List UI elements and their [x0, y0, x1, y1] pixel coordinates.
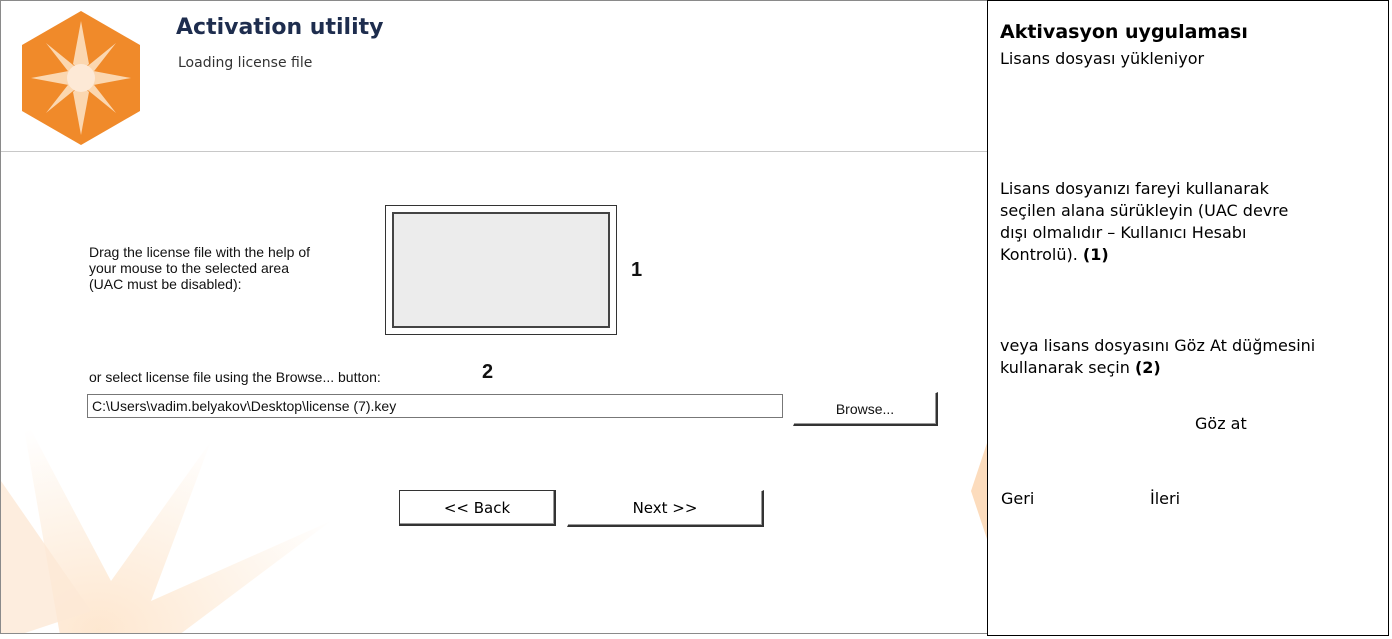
app-logo-icon: [22, 11, 140, 145]
translation-marker-1: (1): [1082, 245, 1109, 264]
translation-instruction-text: Lisans dosyanızı fareyi kullanarak seçil…: [1000, 179, 1289, 264]
drag-instruction-line: Drag the license file with the help of: [89, 244, 311, 260]
callout-marker-1: 1: [631, 259, 643, 281]
next-button[interactable]: Next >>: [567, 490, 764, 527]
background-star-edge: [971, 443, 987, 539]
browse-button[interactable]: Browse...: [793, 392, 938, 426]
drag-instruction-line: your mouse to the selected area: [89, 260, 290, 276]
translation-browse-button: Göz at: [1195, 414, 1247, 433]
license-drop-zone[interactable]: [385, 205, 617, 335]
window-subtitle: Loading license file: [178, 55, 313, 71]
back-button[interactable]: << Back: [399, 490, 556, 526]
translation-browse-instruction: veya lisans dosyasını Göz At düğmesini k…: [1000, 335, 1380, 379]
translation-next: İleri: [1150, 489, 1181, 508]
drag-instruction: Drag the license file with the help of y…: [89, 244, 389, 292]
translation-back: Geri: [1001, 489, 1035, 508]
background-star-decoration: [1, 411, 331, 633]
drag-instruction-line: (UAC must be disabled):: [89, 276, 242, 292]
browse-instruction: or select license file using the Browse.…: [89, 369, 381, 385]
translation-marker-2: (2): [1134, 358, 1161, 377]
translation-subtitle: Lisans dosyası yükleniyor: [1000, 49, 1205, 68]
activation-utility-window: Activation utility Loading license file …: [0, 0, 988, 634]
header-banner: Activation utility Loading license file: [1, 1, 987, 152]
license-path-input[interactable]: [87, 394, 783, 418]
drop-zone-area[interactable]: [392, 212, 610, 328]
translation-panel: Aktivasyon uygulaması Lisans dosyası yük…: [987, 0, 1389, 636]
callout-marker-2: 2: [482, 361, 494, 383]
translation-instruction: Lisans dosyanızı fareyi kullanarak seçil…: [1000, 178, 1300, 266]
translation-title: Aktivasyon uygulaması: [1000, 21, 1248, 43]
window-title: Activation utility: [176, 15, 384, 40]
